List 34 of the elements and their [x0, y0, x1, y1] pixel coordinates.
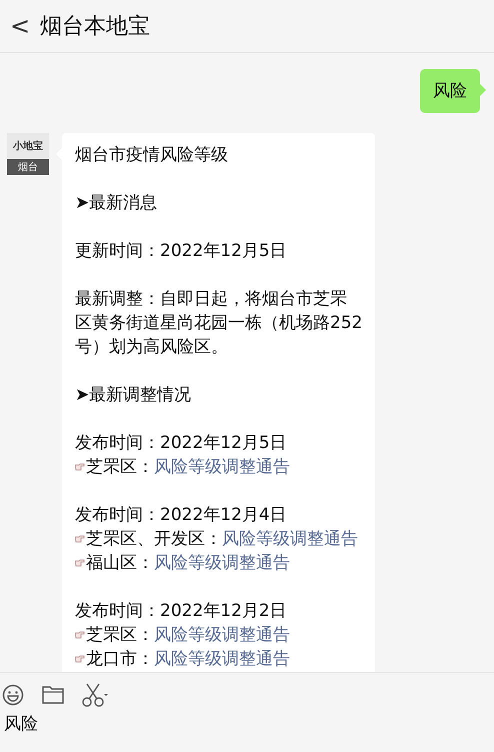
notice-link[interactable]: 风险等级调整通告	[154, 455, 290, 479]
message-input[interactable]: 风险	[2, 713, 484, 733]
pointing-hand-icon	[75, 559, 85, 567]
pointing-hand-icon	[75, 655, 85, 663]
message-text: ➤最新消息	[75, 192, 158, 215]
message-text: 发布时间：2022年12月5日	[75, 432, 288, 455]
notice-link[interactable]: 风险等级调整通告	[154, 551, 290, 575]
scissors-icon[interactable]	[82, 683, 110, 707]
folder-icon[interactable]	[42, 685, 64, 705]
district-label: 芝罘区：	[86, 624, 154, 647]
district-label: 芝罘区、开发区：	[86, 528, 222, 551]
pointing-hand-icon	[75, 631, 85, 639]
back-button[interactable]: <	[10, 14, 30, 38]
notice-link[interactable]: 风险等级调整通告	[154, 647, 290, 671]
pointing-hand-icon	[75, 463, 85, 471]
district-label: 芝罘区：	[86, 456, 154, 479]
emoji-icon[interactable]	[2, 684, 24, 706]
bubble-tail	[480, 84, 486, 96]
chat-title: 烟台本地宝	[40, 13, 150, 41]
notice-link[interactable]: 风险等级调整通告	[222, 527, 358, 551]
pointing-hand-icon	[75, 535, 85, 543]
district-label: 龙口市：	[86, 648, 154, 671]
message-text: 烟台市疫情风险等级	[75, 144, 229, 167]
message-text: 发布时间：2022年12月4日	[75, 504, 288, 527]
avatar-city-text: 烟台	[7, 159, 49, 175]
message-text: 更新时间：2022年12月5日	[75, 240, 288, 263]
sent-message: 风险	[420, 69, 480, 113]
notice-link[interactable]: 风险等级调整通告	[154, 623, 290, 647]
message-text: ➤最新调整情况	[75, 384, 192, 407]
avatar[interactable]: 小地宝 烟台	[7, 133, 49, 175]
district-label: 福山区：	[86, 552, 154, 575]
message-text: 最新调整：自即日起，将烟台市芝罘区黄务街道星尚花园一栋（机场路252号）划为高风险区。	[75, 288, 363, 359]
avatar-logo-text: 小地宝	[7, 133, 49, 159]
message-text: 发布时间：2022年12月2日	[75, 600, 288, 623]
